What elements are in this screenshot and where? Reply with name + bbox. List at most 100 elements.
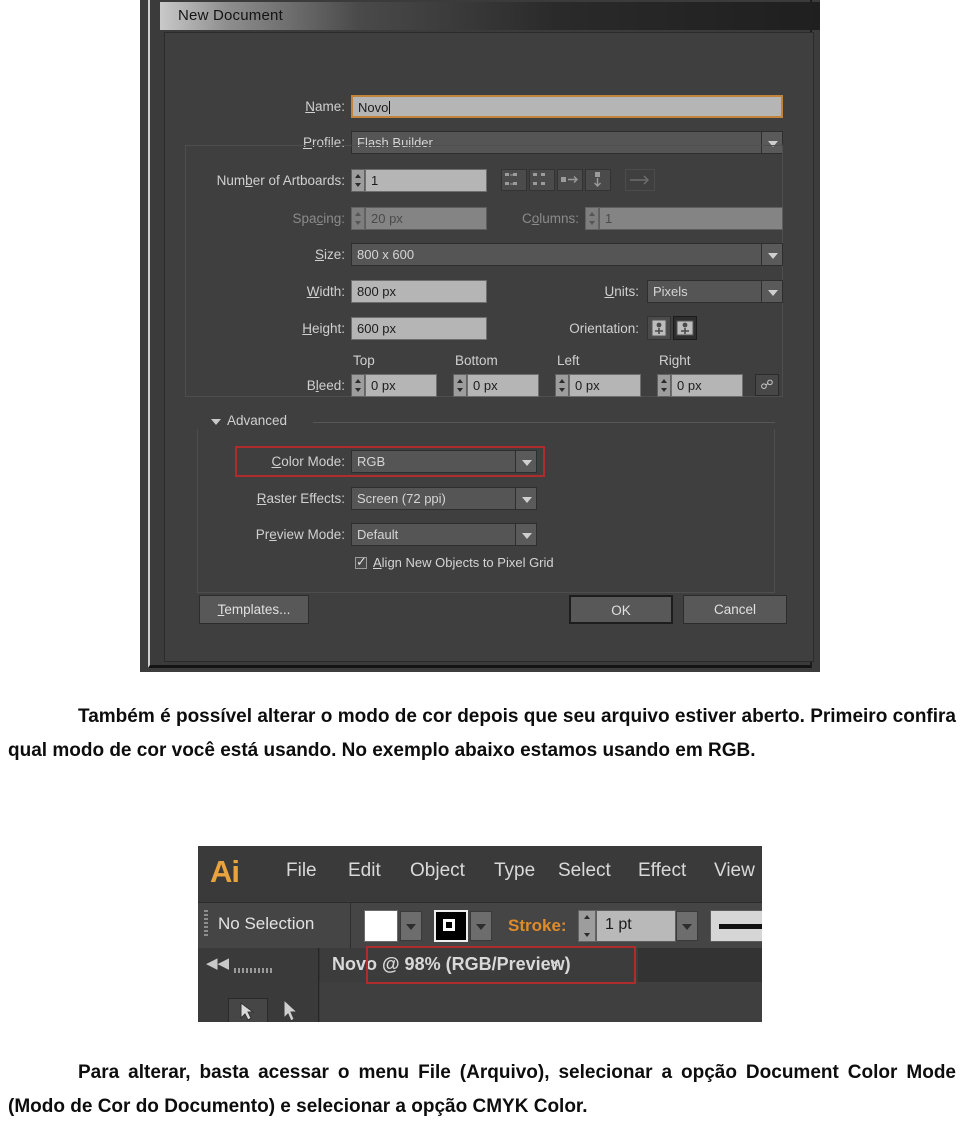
color-mode-label: Color Mode: — [271, 454, 345, 469]
bleed-top-value: 0 px — [371, 378, 396, 393]
artboards-input[interactable]: 1 — [365, 169, 487, 192]
panel-collapse-icon[interactable]: ◀◀ — [206, 954, 229, 972]
stroke-weight-input[interactable]: 1 pt — [596, 910, 676, 942]
name-label: Name: — [305, 99, 345, 114]
control-bar-divider-1 — [350, 903, 351, 948]
columns-stepper[interactable] — [585, 207, 599, 230]
spacing-input[interactable]: 20 px — [365, 207, 487, 230]
ok-button[interactable]: OK — [569, 595, 673, 624]
bleed-bottom-header: Bottom — [455, 353, 498, 368]
orientation-landscape-icon[interactable] — [673, 316, 697, 340]
spacing-label: Spacing: — [292, 211, 345, 226]
document-tab-title: Novo @ 98% (RGB/Preview) — [332, 954, 571, 974]
color-mode-select[interactable]: RGB — [351, 450, 537, 473]
stroke-color-swatch[interactable] — [434, 910, 468, 942]
advanced-chevron-down-icon[interactable] — [211, 419, 221, 425]
size-value: 800 x 600 — [357, 247, 415, 262]
stroke-profile-select[interactable] — [710, 910, 762, 942]
units-chevron-down-icon[interactable] — [761, 280, 783, 303]
spacing-stepper[interactable] — [351, 207, 365, 230]
preview-mode-select[interactable]: Default — [351, 523, 537, 546]
align-pixel-grid-checkbox[interactable] — [355, 554, 367, 570]
bleed-right-value: 0 px — [677, 378, 702, 393]
fill-color-swatch[interactable] — [364, 910, 398, 942]
menu-item-effect[interactable]: Effect — [638, 860, 686, 882]
menu-item-edit[interactable]: Edit — [348, 860, 381, 882]
menu-item-select[interactable]: Select — [558, 860, 611, 882]
artboards-stepper[interactable] — [351, 169, 365, 192]
preview-mode-label: Preview Mode: — [255, 527, 345, 542]
align-pixel-grid-label: Align New Objects to Pixel Grid — [373, 555, 554, 570]
tools-panel-drag-handle[interactable] — [234, 968, 274, 973]
dialog-title-bar[interactable]: New Document — [160, 2, 820, 30]
raster-effects-label: Raster Effects: — [256, 491, 345, 506]
stroke-weight-value: 1 pt — [605, 916, 632, 933]
cancel-button[interactable]: Cancel — [683, 595, 787, 624]
size-chevron-down-icon[interactable] — [761, 243, 783, 266]
columns-label: Columns: — [521, 211, 579, 226]
raster-effects-value: Screen (72 ppi) — [357, 491, 446, 506]
document-tab-close-icon[interactable]: × — [550, 955, 559, 973]
artboard-arrange-by-row-icon[interactable] — [557, 169, 583, 191]
text-caret — [389, 101, 391, 114]
width-label: Width: — [306, 284, 345, 299]
bleed-right-input[interactable]: 0 px — [671, 374, 743, 397]
artboard-arrange-by-column-icon[interactable] — [585, 169, 611, 191]
document-canvas-area — [320, 982, 762, 1022]
selection-status: No Selection — [218, 914, 315, 933]
orientation-portrait-icon[interactable] — [647, 316, 671, 340]
artboard-grid-by-row-icon[interactable] — [501, 169, 527, 191]
artboard-flow-direction-icon[interactable] — [625, 169, 655, 191]
columns-input[interactable]: 1 — [599, 207, 783, 230]
illustrator-toolbar-screenshot: Ai File Edit Object Type Select Effect V… — [198, 846, 762, 1022]
menu-item-view[interactable]: View — [714, 860, 755, 882]
paragraph-top-text: Também é possível alterar o modo de cor … — [8, 706, 956, 761]
bleed-bottom-input[interactable]: 0 px — [467, 374, 539, 397]
document-tab[interactable]: Novo @ 98% (RGB/Preview) × — [320, 948, 638, 982]
menu-bar: Ai File Edit Object Type Select Effect V… — [198, 846, 762, 902]
artboard-grid-by-column-icon[interactable] — [529, 169, 555, 191]
bleed-right-stepper[interactable] — [657, 374, 671, 397]
menu-item-file[interactable]: File — [286, 860, 317, 882]
height-label: Height: — [302, 321, 345, 336]
dialog-body: Name: Novo Profile: Flash Builder Number… — [164, 32, 814, 662]
bleed-bottom-stepper[interactable] — [453, 374, 467, 397]
preview-mode-value: Default — [357, 527, 399, 542]
bleed-top-input[interactable]: 0 px — [365, 374, 437, 397]
paragraph-top: Também é possível alterar o modo de cor … — [8, 700, 956, 768]
paragraph-bottom: Para alterar, basta acessar o menu File … — [8, 1056, 956, 1124]
templates-button[interactable]: Templates... — [199, 595, 309, 624]
bleed-bottom-value: 0 px — [473, 378, 498, 393]
height-input[interactable]: 600 px — [351, 317, 487, 340]
artboards-value: 1 — [371, 173, 379, 188]
preview-mode-chevron-down-icon[interactable] — [515, 523, 537, 546]
width-input[interactable]: 800 px — [351, 280, 487, 303]
width-value: 800 px — [357, 284, 397, 299]
stroke-weight-chevron-down-icon[interactable] — [676, 911, 698, 941]
stroke-chevron-down-icon[interactable] — [470, 911, 492, 941]
bleed-top-header: Top — [353, 353, 375, 368]
raster-effects-select[interactable]: Screen (72 ppi) — [351, 487, 537, 510]
fill-chevron-down-icon[interactable] — [400, 911, 422, 941]
menu-item-type[interactable]: Type — [494, 860, 535, 882]
color-mode-chevron-down-icon[interactable] — [515, 450, 537, 473]
height-value: 600 px — [357, 321, 397, 336]
selection-tool-button[interactable] — [228, 998, 268, 1022]
stroke-weight-stepper[interactable] — [578, 910, 596, 942]
bleed-link-chain-icon[interactable]: ☍ — [755, 374, 779, 396]
raster-effects-chevron-down-icon[interactable] — [515, 487, 537, 510]
name-input[interactable]: Novo — [351, 95, 783, 118]
menu-item-object[interactable]: Object — [410, 860, 465, 882]
new-document-dialog-screenshot: New Document Name: Novo Profile: Flash B… — [140, 0, 820, 672]
paragraph-bottom-text: Para alterar, basta acessar o menu File … — [8, 1062, 956, 1117]
illustrator-logo-icon: Ai — [210, 854, 240, 889]
bleed-left-stepper[interactable] — [555, 374, 569, 397]
bleed-top-stepper[interactable] — [351, 374, 365, 397]
direct-selection-tool-icon[interactable] — [276, 998, 306, 1022]
size-select[interactable]: 800 x 600 — [351, 243, 783, 266]
advanced-divider — [313, 422, 775, 423]
name-input-value: Novo — [358, 100, 389, 115]
bleed-left-input[interactable]: 0 px — [569, 374, 641, 397]
control-bar-drag-handle[interactable] — [204, 910, 208, 938]
stroke-weight-label: Stroke: — [508, 916, 567, 935]
